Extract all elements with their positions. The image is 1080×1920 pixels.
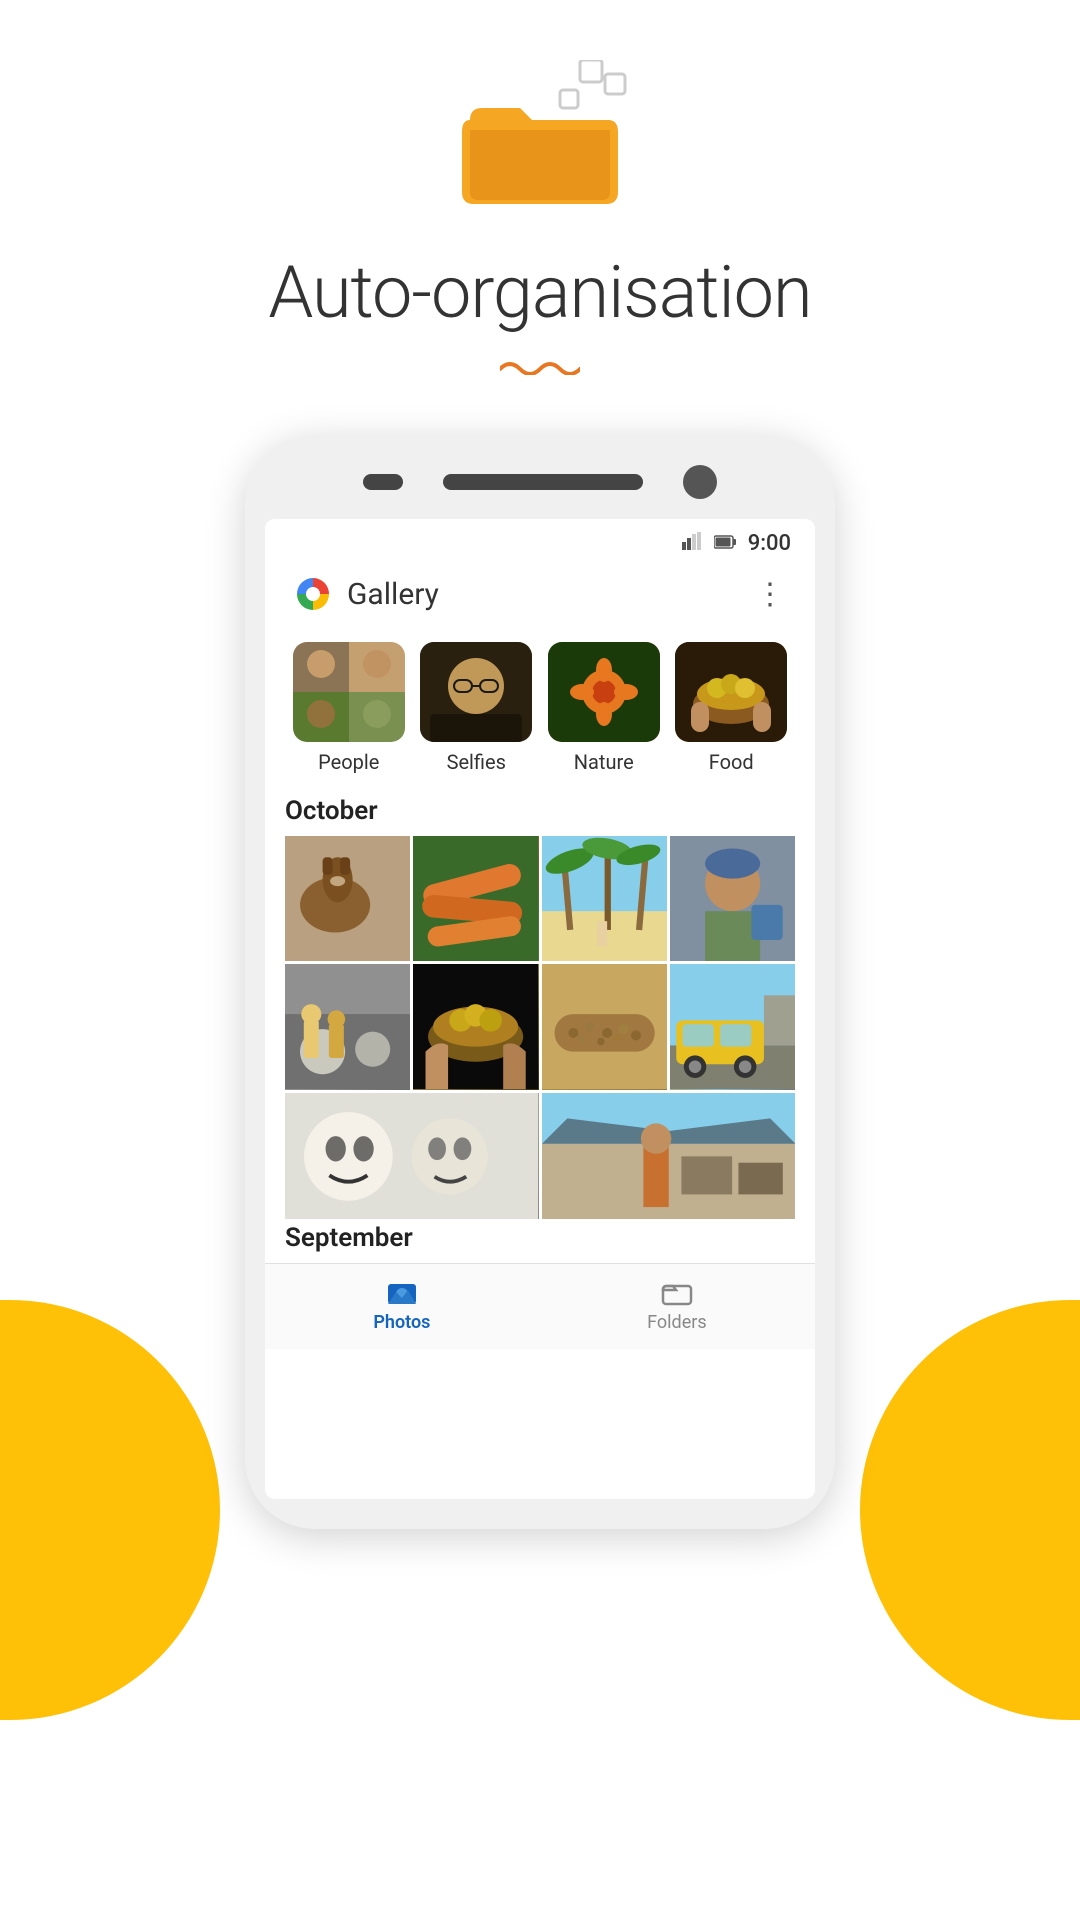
app-header: Gallery ⋮ (265, 564, 815, 632)
october-photo-grid (285, 836, 795, 1219)
phone-outer: 9:00 Gallery ⋮ (245, 435, 835, 1529)
squares-decoration-icon (540, 60, 630, 130)
battery-icon (714, 534, 736, 554)
signal-icon (682, 532, 702, 555)
category-people-thumb (293, 642, 405, 742)
photo-carrots[interactable] (413, 836, 538, 961)
folder-icon-wrap (460, 80, 620, 220)
speaker-left (363, 474, 403, 490)
app-name: Gallery (347, 577, 439, 612)
wavy-decoration (500, 355, 580, 375)
nav-folders[interactable]: Folders (647, 1278, 707, 1333)
month-october-section: October (265, 780, 815, 1219)
photos-nav-icon (386, 1278, 418, 1306)
nav-photos-label: Photos (373, 1312, 430, 1333)
category-selfies-label: Selfies (447, 750, 506, 774)
categories-row: People Se (265, 632, 815, 780)
speaker-main (443, 474, 643, 490)
bottom-nav: Photos Folders (265, 1263, 815, 1349)
category-food[interactable]: Food (675, 642, 787, 774)
photo-horse[interactable] (285, 836, 410, 961)
page-title: Auto-organisation (268, 250, 811, 335)
photo-taxi[interactable] (670, 964, 795, 1089)
category-selfies[interactable]: Selfies (420, 642, 532, 774)
category-people[interactable]: People (293, 642, 405, 774)
nav-photos[interactable]: Photos (373, 1278, 430, 1333)
category-nature-thumb (548, 642, 660, 742)
photo-market[interactable] (542, 1093, 796, 1220)
category-nature-label: Nature (574, 750, 634, 774)
photo-art[interactable] (285, 1093, 539, 1220)
google-photos-icon (293, 574, 333, 614)
photo-mural[interactable] (285, 964, 410, 1089)
folders-nav-icon (661, 1278, 693, 1306)
month-october-label: October (285, 796, 795, 826)
status-time: 9:00 (748, 531, 791, 556)
nav-folders-label: Folders (647, 1312, 707, 1333)
photo-bowl[interactable] (413, 964, 538, 1089)
status-bar: 9:00 (265, 519, 815, 564)
app-header-left: Gallery (293, 574, 439, 614)
photo-woman[interactable] (670, 836, 795, 961)
phone-mockup: 9:00 Gallery ⋮ (0, 415, 1080, 1529)
menu-button[interactable]: ⋮ (755, 577, 787, 612)
category-selfies-thumb (420, 642, 532, 742)
month-september-section: September (265, 1219, 815, 1253)
phone-screen: 9:00 Gallery ⋮ (265, 519, 815, 1499)
photo-palms[interactable] (542, 836, 667, 961)
phone-top-bar (265, 465, 815, 499)
category-people-label: People (318, 750, 379, 774)
month-september-label: September (285, 1223, 795, 1253)
category-food-thumb (675, 642, 787, 742)
photo-seeds[interactable] (542, 964, 667, 1089)
category-food-label: Food (709, 750, 754, 774)
category-nature[interactable]: Nature (548, 642, 660, 774)
camera-dot (683, 465, 717, 499)
header-area: Auto-organisation (0, 0, 1080, 415)
